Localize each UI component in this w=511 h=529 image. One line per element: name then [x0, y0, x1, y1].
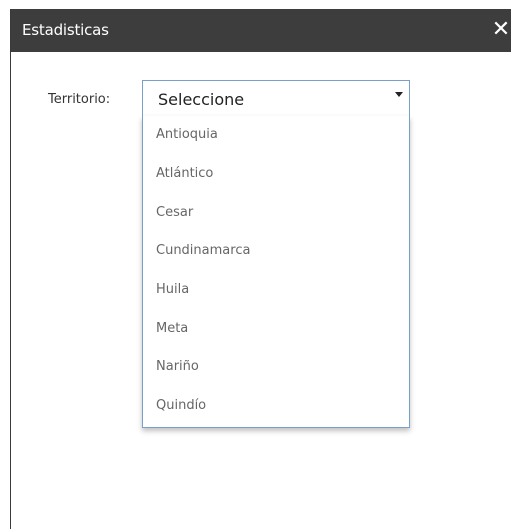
dropdown-option-atlantico[interactable]: Atlántico — [156, 166, 213, 181]
territory-label: Territorio: — [48, 92, 111, 107]
dropdown-option-huila[interactable]: Huila — [156, 282, 189, 297]
territory-select[interactable]: Seleccione — [142, 80, 410, 117]
territory-dropdown-list: Antioquia Atlántico Cesar Cundinamarca H… — [142, 116, 410, 428]
territory-select-value: Seleccione — [158, 90, 245, 109]
dropdown-option-meta[interactable]: Meta — [156, 321, 188, 336]
statistics-dialog: Estadisticas ✕ Territorio: Seleccione An… — [10, 9, 511, 529]
close-icon[interactable]: ✕ — [490, 16, 511, 44]
chevron-down-icon[interactable] — [395, 92, 403, 97]
dropdown-option-cesar[interactable]: Cesar — [156, 205, 193, 220]
dialog-titlebar: Estadisticas ✕ — [11, 9, 511, 52]
dropdown-option-antioquia[interactable]: Antioquia — [156, 127, 218, 142]
dropdown-option-cundinamarca[interactable]: Cundinamarca — [156, 243, 250, 258]
dropdown-option-narino[interactable]: Nariño — [156, 359, 199, 374]
dropdown-option-quindio[interactable]: Quindío — [156, 398, 206, 413]
dialog-title: Estadisticas — [22, 21, 109, 39]
